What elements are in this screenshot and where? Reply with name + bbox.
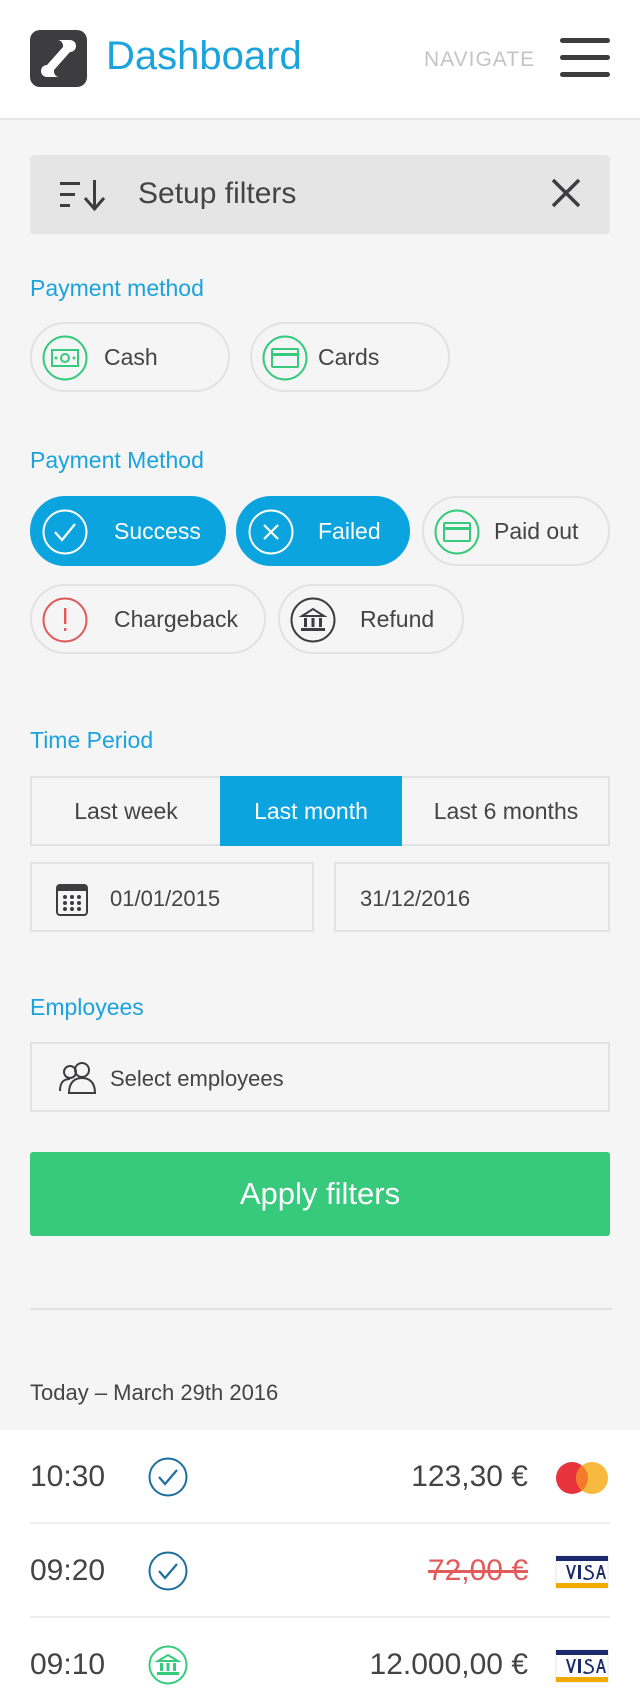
refund-icon bbox=[290, 597, 336, 643]
card-icon bbox=[434, 509, 480, 555]
setup-filters-bar: Setup filters bbox=[30, 155, 610, 234]
chip-chargeback[interactable]: Chargeback bbox=[30, 584, 266, 654]
period-last-6-months[interactable]: Last 6 months bbox=[402, 776, 610, 846]
transaction-row[interactable]: 09:10 12.000,00 € bbox=[0, 1618, 640, 1706]
close-icon[interactable] bbox=[550, 177, 582, 209]
chip-label: Success bbox=[114, 518, 201, 544]
menu-icon[interactable] bbox=[560, 38, 610, 80]
period-last-month[interactable]: Last month bbox=[220, 776, 402, 846]
transaction-time: 09:10 bbox=[30, 1648, 106, 1681]
chip-label: Failed bbox=[318, 518, 381, 544]
payment-method-label: Payment method bbox=[30, 275, 204, 301]
success-icon bbox=[148, 1457, 188, 1497]
transaction-time: 09:20 bbox=[30, 1554, 106, 1587]
visa-icon bbox=[555, 1555, 609, 1589]
transactions-date-header: Today – March 29th 2016 bbox=[30, 1380, 279, 1405]
alert-icon bbox=[42, 597, 88, 643]
employees-placeholder: Select employees bbox=[110, 1066, 284, 1091]
employees-select[interactable]: Select employees bbox=[30, 1042, 610, 1112]
chip-paid-out[interactable]: Paid out bbox=[422, 496, 610, 566]
visa-icon bbox=[555, 1649, 609, 1683]
calendar-icon bbox=[56, 884, 88, 916]
success-icon bbox=[148, 1551, 188, 1591]
time-period-selector: Last week Last month Last 6 months bbox=[30, 776, 610, 846]
chip-label: Cards bbox=[318, 344, 380, 370]
chip-cash[interactable]: Cash bbox=[30, 322, 230, 392]
sort-icon[interactable] bbox=[60, 178, 106, 212]
chip-label: Paid out bbox=[494, 518, 579, 544]
users-icon bbox=[59, 1062, 97, 1094]
transaction-amount: 12.000,00 € bbox=[369, 1648, 528, 1681]
x-circle-icon bbox=[248, 509, 294, 555]
chip-label: Chargeback bbox=[114, 606, 239, 632]
to-date-value: 31/12/2016 bbox=[360, 886, 471, 911]
from-date-field[interactable]: 01/01/2015 bbox=[30, 862, 314, 932]
transaction-amount: 123,30 € bbox=[411, 1460, 528, 1493]
cash-icon bbox=[42, 335, 88, 381]
app-logo[interactable] bbox=[30, 30, 87, 87]
chip-failed[interactable]: Failed bbox=[236, 496, 410, 566]
bank-icon bbox=[148, 1645, 188, 1685]
transaction-row[interactable]: 09:20 72,00 € bbox=[0, 1524, 640, 1618]
apply-filters-button[interactable]: Apply filters bbox=[30, 1152, 610, 1236]
mastercard-icon bbox=[556, 1462, 608, 1494]
navigate-label[interactable]: NAVIGATE bbox=[424, 48, 535, 72]
period-last-week[interactable]: Last week bbox=[32, 776, 220, 846]
chip-cards[interactable]: Cards bbox=[250, 322, 450, 392]
check-circle-icon bbox=[42, 509, 88, 555]
time-period-label: Time Period bbox=[30, 727, 154, 753]
filters-title: Setup filters bbox=[138, 177, 297, 210]
transaction-amount: 72,00 € bbox=[427, 1554, 528, 1587]
chip-label: Cash bbox=[104, 344, 158, 370]
employees-label: Employees bbox=[30, 994, 144, 1020]
from-date-value: 01/01/2015 bbox=[110, 886, 221, 911]
page-title: Dashboard bbox=[106, 34, 302, 78]
chip-success[interactable]: Success bbox=[30, 496, 226, 566]
to-date-field[interactable]: 31/12/2016 bbox=[334, 862, 610, 932]
transaction-row[interactable]: 10:30 123,30 € bbox=[0, 1430, 640, 1524]
chip-refund[interactable]: Refund bbox=[278, 584, 464, 654]
chip-label: Refund bbox=[360, 606, 435, 632]
card-icon bbox=[262, 335, 308, 381]
transaction-time: 10:30 bbox=[30, 1460, 106, 1493]
app-header: Dashboard NAVIGATE bbox=[0, 0, 640, 120]
divider bbox=[30, 1308, 612, 1310]
payment-status-label: Payment Method bbox=[30, 447, 204, 473]
transactions-list: 10:30 123,30 € 09:20 72,00 € 09:10 12.00… bbox=[0, 1430, 640, 1706]
